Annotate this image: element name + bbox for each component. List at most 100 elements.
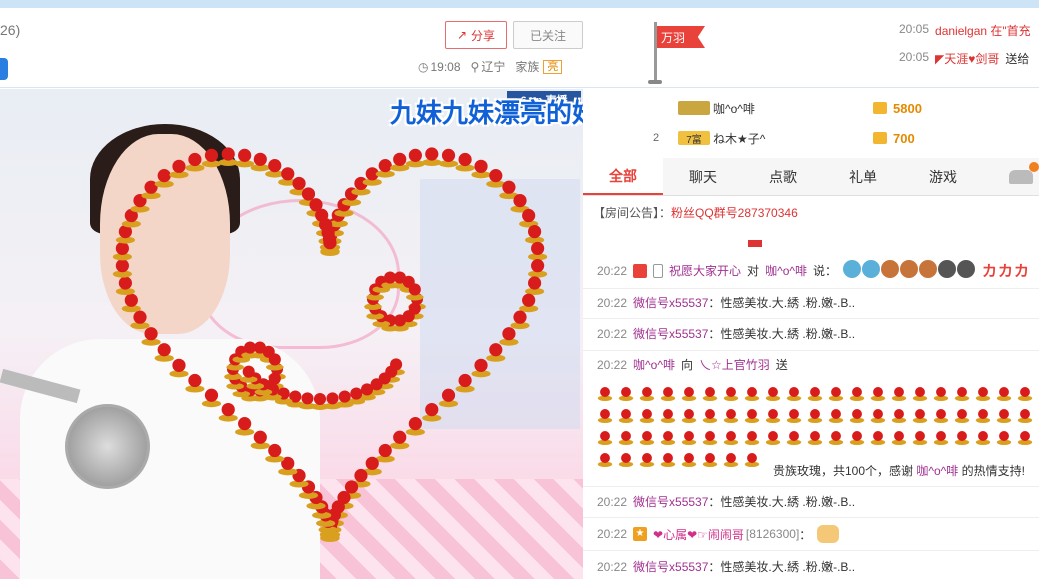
tab-all[interactable]: 全部 — [583, 158, 663, 195]
rank-name: ね木★子^ — [713, 131, 766, 146]
chat-user-id: [8126300] — [745, 527, 800, 541]
rose-icon — [744, 409, 760, 423]
rose-icon — [486, 343, 506, 362]
rose-icon — [891, 431, 907, 445]
header-left-text: 26) — [0, 22, 21, 38]
rose-icon — [933, 431, 949, 445]
top-strip — [0, 0, 1039, 8]
news-text: danielgan 在"首充 — [935, 24, 1031, 38]
chat-user[interactable]: 祝愿大家开心 — [669, 262, 741, 279]
gift-message: 贵族玫瑰，共100个，感谢 咖^o^啡 的热情支持! — [773, 462, 1025, 479]
clock-icon: ◷ — [418, 59, 429, 74]
rose-icon — [996, 409, 1012, 423]
chat-log[interactable]: 20:22 祝愿大家开心 对 咖^o^啡 说： カカカ 20:22 微信号x55… — [583, 240, 1039, 579]
rose-icon — [471, 358, 491, 378]
rose-icon — [765, 387, 781, 401]
rose-heart-effect — [112, 147, 548, 542]
red-marker — [748, 240, 762, 247]
rank-name: 咖^o^啡 — [713, 101, 755, 116]
divider — [583, 350, 1039, 351]
tab-songs[interactable]: 点歌 — [743, 158, 823, 195]
rose-icon — [660, 409, 676, 423]
news-text: ◤天涯♥剑哥 — [935, 52, 1000, 66]
rose-icon — [154, 343, 174, 362]
rose-icon — [891, 409, 907, 423]
rose-icon — [390, 430, 410, 450]
share-label: 分享 — [471, 28, 496, 43]
divider — [583, 288, 1039, 289]
chat-user[interactable]: ❤心属❤☞闹闹哥 — [653, 526, 744, 543]
chat-time: 20:22 — [597, 295, 628, 310]
follow-button[interactable]: 已关注 — [513, 21, 583, 49]
notification-dot — [1029, 162, 1039, 172]
rank-row[interactable]: 咖^o^啡 5800 — [583, 93, 1039, 123]
rose-icon — [405, 417, 425, 436]
chat-user[interactable]: 微信号x55537 — [633, 294, 708, 311]
notice-label: 【房间公告】： — [593, 206, 672, 220]
gift-user[interactable]: 咖^o^啡 — [916, 464, 958, 478]
chat-user[interactable]: 微信号x55537 — [633, 325, 708, 342]
rose-icon — [786, 409, 802, 423]
divider — [583, 318, 1039, 319]
rose-icon — [185, 152, 205, 172]
rose-icon — [975, 409, 991, 423]
rose-icon — [849, 431, 865, 445]
chat-user[interactable]: 微信号x55537 — [633, 558, 708, 575]
rose-icon — [723, 431, 739, 445]
room-meta: ◷ 19:08 ⚲ 辽宁 家族 亮 — [418, 58, 563, 75]
rose-icon — [744, 387, 760, 401]
rose-icon — [422, 147, 442, 166]
tab-gifts[interactable]: 礼单 — [823, 158, 903, 195]
rose-icon — [405, 148, 425, 168]
rose-icon — [422, 402, 442, 422]
chat-target[interactable]: 乀☆上官竹羽 — [699, 356, 770, 373]
rose-icon — [996, 387, 1012, 401]
rose-icon — [702, 453, 718, 467]
rank-badge: 7富 — [678, 131, 710, 146]
chat-target[interactable]: 咖^o^啡 — [765, 262, 807, 279]
rank-row[interactable]: 2 7富 ね木★子^ 700 — [583, 123, 1039, 153]
rose-icon — [681, 387, 697, 401]
rose-icon — [723, 453, 739, 467]
rose-icon — [870, 431, 886, 445]
rose-icon — [597, 387, 613, 401]
rose-icon — [828, 409, 844, 423]
rose-icon — [681, 431, 697, 445]
rose-icon — [486, 169, 506, 188]
rose-icon — [954, 409, 970, 423]
news-row[interactable]: 20:05 danielgan 在"首充 — [899, 22, 1039, 50]
rose-icon — [528, 241, 548, 261]
rose-icon — [807, 409, 823, 423]
rose-icon — [660, 431, 676, 445]
car-icon[interactable] — [1009, 170, 1033, 184]
rose-icon — [1017, 409, 1033, 423]
rose-icon — [912, 387, 928, 401]
coin-icon — [873, 102, 887, 114]
flag-base — [648, 80, 662, 84]
family-badge[interactable]: 亮 — [543, 59, 563, 74]
rose-icon — [169, 159, 189, 179]
tab-chat[interactable]: 聊天 — [663, 158, 743, 195]
rose-icon — [121, 293, 141, 313]
rose-icon — [1017, 387, 1033, 401]
rose-icon — [185, 373, 205, 393]
rose-icon — [618, 431, 634, 445]
rose-icon — [639, 453, 655, 467]
rose-icon — [996, 431, 1012, 445]
flag-pole — [654, 22, 657, 82]
rank-badge — [678, 101, 710, 115]
share-button[interactable]: ↗ 分享 — [445, 21, 507, 49]
rose-icon — [618, 409, 634, 423]
rose-icon — [438, 388, 459, 408]
flag-badge[interactable]: 万羽 — [657, 26, 705, 48]
rose-icon — [870, 387, 886, 401]
rose-icon — [471, 159, 491, 179]
notice-value: 粉丝QQ群号287370346 — [671, 206, 798, 220]
tab-games[interactable]: 游戏 — [903, 158, 983, 195]
video-stream[interactable]: 6.cn 直播 九妹九妹漂亮的妹妹 — [0, 89, 583, 579]
rose-icon — [807, 431, 823, 445]
chat-user[interactable]: 微信号x55537 — [633, 493, 708, 510]
rose-icon — [639, 431, 655, 445]
chat-user[interactable]: 咖^o^啡 — [633, 356, 675, 373]
news-row[interactable]: 20:05 ◤天涯♥剑哥 送给 — [899, 50, 1039, 78]
